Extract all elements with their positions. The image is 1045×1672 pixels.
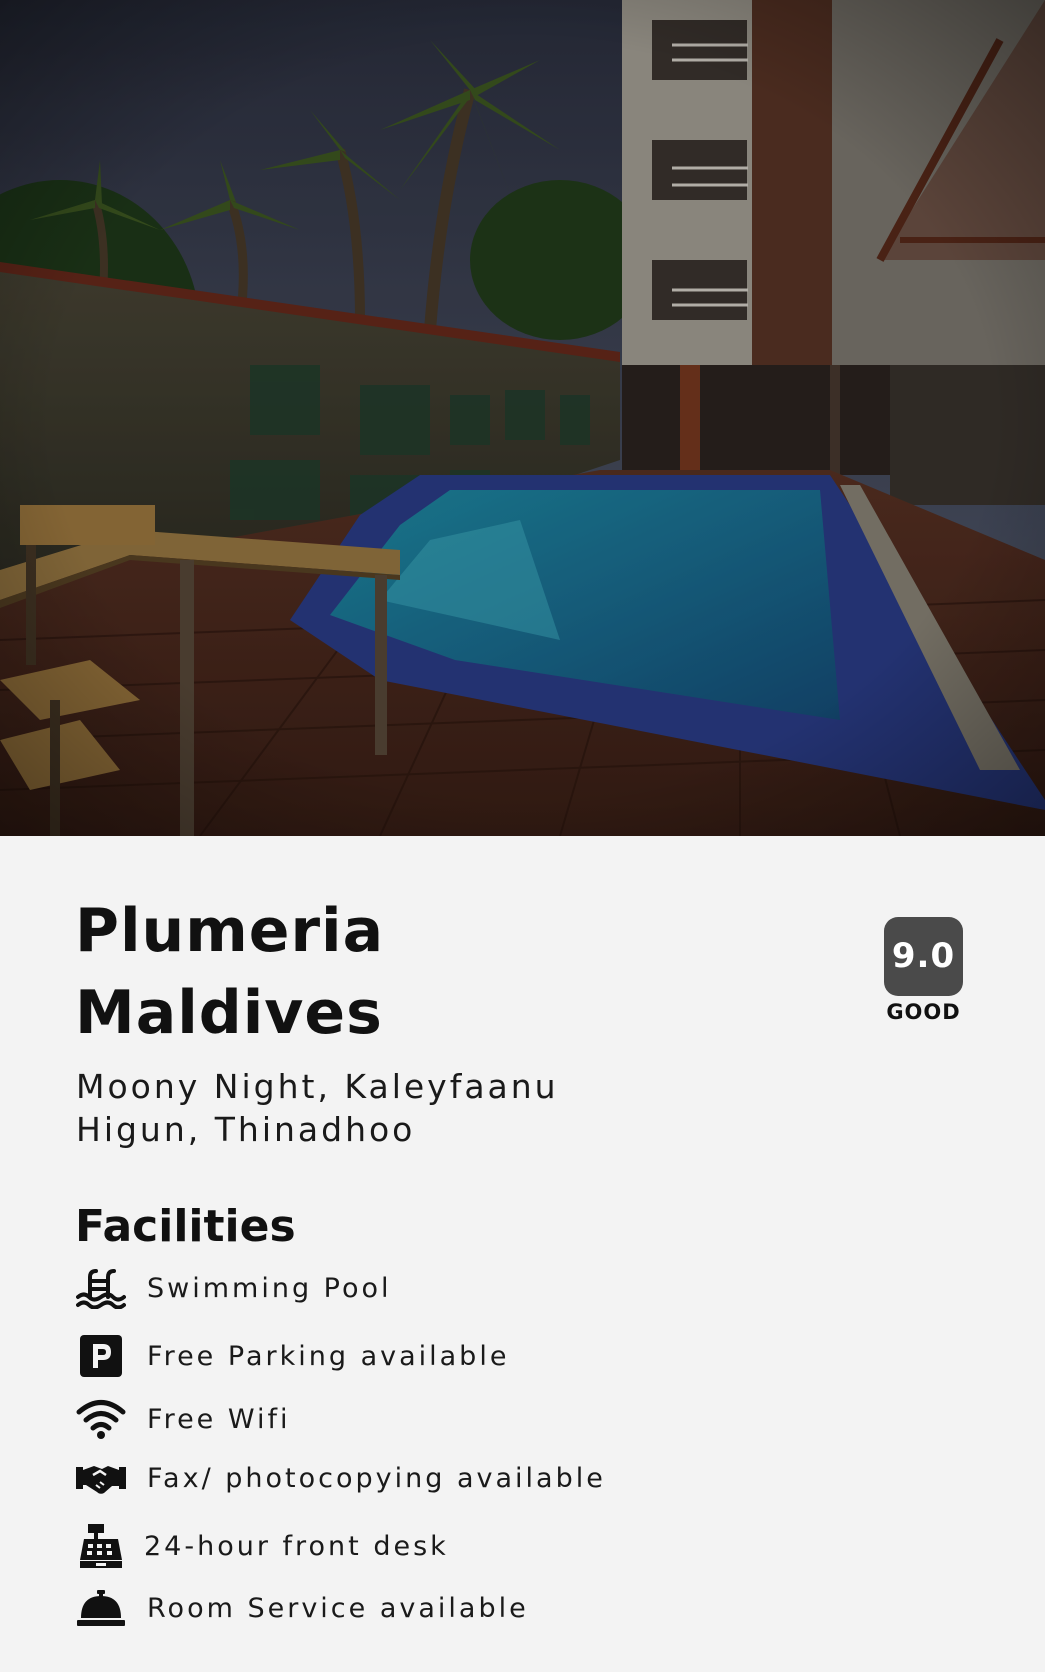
service-bell-icon — [76, 1583, 126, 1633]
facility-label: Free Wifi — [147, 1403, 291, 1435]
facility-item-room-service: Room Service available — [76, 1583, 529, 1633]
facility-label: Room Service available — [147, 1592, 529, 1624]
hotel-name: Plumeria Maldives — [75, 896, 385, 1048]
handshake-icon — [76, 1453, 126, 1503]
hotel-photo — [0, 0, 1045, 836]
swimming-pool-icon — [76, 1263, 126, 1313]
facility-item-wifi: Free Wifi — [76, 1394, 291, 1444]
facility-item-front-desk: 24-hour front desk — [76, 1521, 449, 1571]
hotel-address: Moony Night, Kaleyfaanu Higun, Thinadhoo — [76, 1067, 559, 1149]
wifi-icon — [76, 1394, 126, 1444]
rating: 9.0 GOOD — [884, 917, 963, 1024]
facility-item-parking: Free Parking available — [76, 1331, 509, 1381]
facility-label: Free Parking available — [147, 1340, 510, 1372]
rating-label: GOOD — [886, 1000, 961, 1024]
facility-item-swimming-pool: Swimming Pool — [76, 1263, 392, 1313]
facilities-heading: Facilities — [75, 1201, 296, 1252]
parking-icon — [76, 1331, 126, 1381]
cash-register-icon — [76, 1521, 126, 1571]
facility-label: Swimming Pool — [147, 1272, 392, 1304]
facility-label: 24-hour front desk — [144, 1530, 449, 1562]
rating-score-badge: 9.0 — [884, 917, 963, 996]
facility-item-fax-photocopying: Fax/ photocopying available — [76, 1453, 606, 1503]
facility-label: Fax/ photocopying available — [147, 1462, 606, 1494]
